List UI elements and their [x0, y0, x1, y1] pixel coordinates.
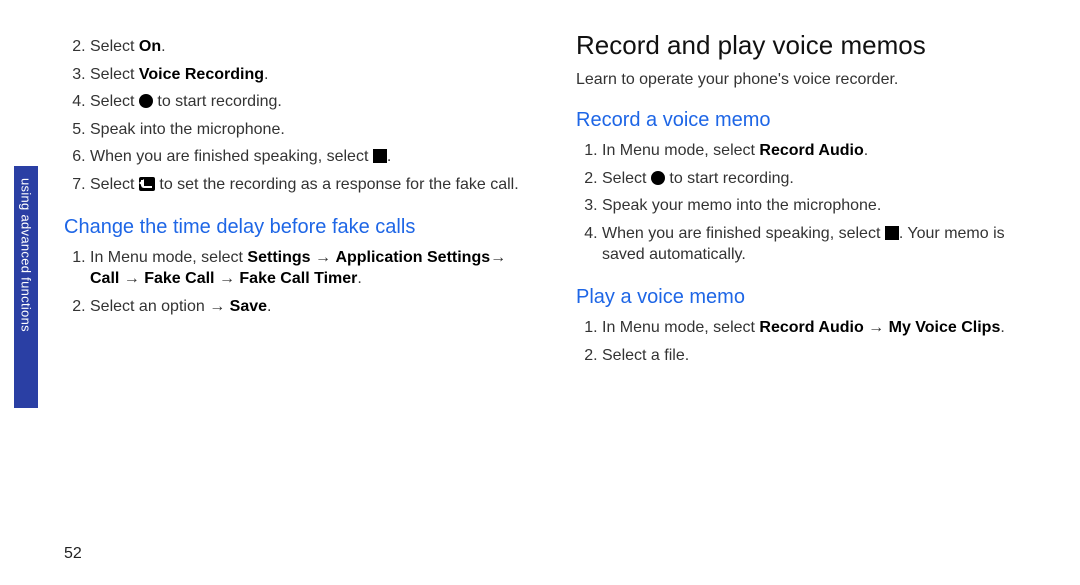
- step-item: Select On.: [90, 36, 528, 58]
- bold-text: On: [139, 38, 161, 55]
- step-item: Select to start recording.: [602, 168, 1040, 190]
- step-item: When you are finished speaking, select .…: [602, 223, 1040, 266]
- bold-text: Settings: [247, 249, 310, 266]
- right-steps-2: In Menu mode, select Record Audio → My V…: [576, 317, 1040, 366]
- step-item: Speak your memo into the microphone.: [602, 195, 1040, 217]
- bold-text: Fake Call: [144, 270, 214, 287]
- bold-text: Record Audio: [759, 142, 863, 159]
- step-item: In Menu mode, select Settings → Applicat…: [90, 247, 528, 290]
- step-item: In Menu mode, select Record Audio.: [602, 140, 1040, 162]
- left-steps-1: Select On. Select Voice Recording. Select …: [64, 36, 528, 196]
- stop-icon: [373, 149, 387, 163]
- step-item: Select to set the recording as a respons…: [90, 174, 528, 196]
- heading-change-delay: Change the time delay before fake calls: [64, 216, 528, 239]
- step-item: Select an option → Save.: [90, 296, 528, 318]
- bold-text: Voice Recording: [139, 66, 264, 83]
- record-icon: [139, 94, 153, 108]
- heading-record-play: Record and play voice memos: [576, 30, 1040, 61]
- step-item: In Menu mode, select Record Audio → My V…: [602, 317, 1040, 339]
- right-column: Record and play voice memos Learn to ope…: [576, 30, 1040, 555]
- page-content: Select On. Select Voice Recording. Select …: [64, 30, 1040, 555]
- step-item: Select to start recording.: [90, 91, 528, 113]
- bold-text: Call: [90, 270, 119, 287]
- step-item: Select a file.: [602, 345, 1040, 367]
- record-icon: [651, 171, 665, 185]
- bold-text: Record Audio: [759, 319, 863, 336]
- step-item: Select Voice Recording.: [90, 64, 528, 86]
- step-item: When you are finished speaking, select .: [90, 146, 528, 168]
- right-steps-1: In Menu mode, select Record Audio. Select…: [576, 140, 1040, 266]
- bold-text: Fake Call Timer: [239, 270, 357, 287]
- bold-text: My Voice Clips: [889, 319, 1001, 336]
- left-column: Select On. Select Voice Recording. Select …: [64, 30, 528, 555]
- bold-text: Save: [230, 298, 267, 315]
- stop-icon: [885, 226, 899, 240]
- intro-text: Learn to operate your phone's voice reco…: [576, 71, 1040, 89]
- heading-play-memo: Play a voice memo: [576, 286, 1040, 309]
- side-tab: using advanced functions: [14, 166, 38, 408]
- heading-record-memo: Record a voice memo: [576, 109, 1040, 132]
- left-steps-2: In Menu mode, select Settings → Applicat…: [64, 247, 528, 318]
- return-icon: [139, 177, 155, 191]
- page-number: 52: [64, 545, 82, 563]
- step-item: Speak into the microphone.: [90, 119, 528, 141]
- bold-text: Application Settings: [335, 249, 490, 266]
